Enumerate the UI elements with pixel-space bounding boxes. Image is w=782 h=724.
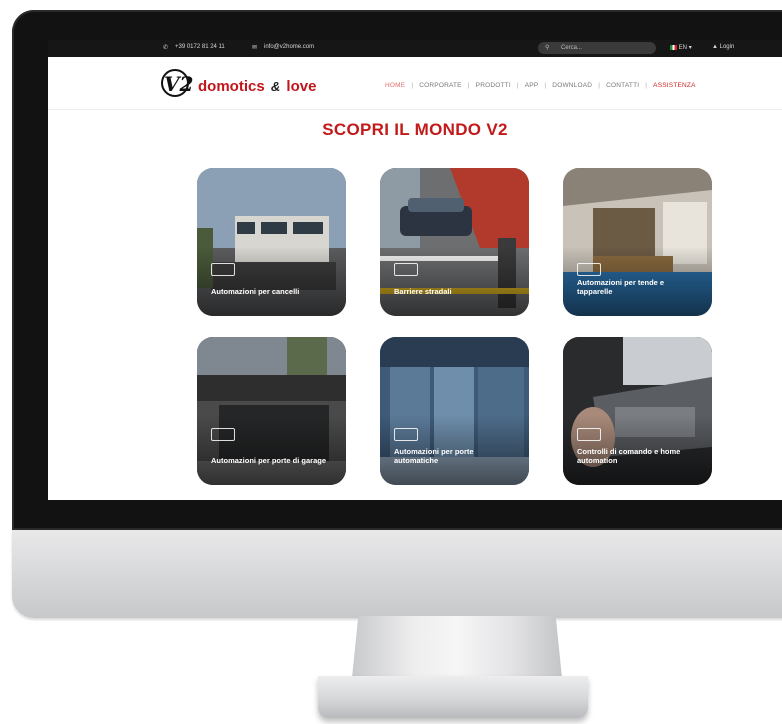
sliding-door-icon	[394, 428, 418, 441]
gate-icon	[211, 263, 235, 276]
language-label: EN	[678, 45, 688, 51]
garage-icon	[211, 428, 235, 441]
barrier-icon	[394, 263, 418, 276]
tile-barriers[interactable]: Barriere stradali	[380, 168, 529, 316]
email-link[interactable]: info@v2home.com	[264, 44, 314, 50]
main-nav: HOME | CORPORATE | PRODOTTI | APP | DOWN…	[385, 82, 696, 89]
logo-word-domotics: domotics	[198, 78, 265, 95]
tile-label: Controlli di comando e home automation	[577, 447, 681, 465]
tile-label: Automazioni per cancelli	[211, 287, 300, 296]
phone-number[interactable]: +39 0172 81 24 11	[175, 44, 225, 50]
nav-corporate[interactable]: CORPORATE	[419, 82, 462, 89]
flag-icon	[670, 44, 677, 50]
nav-separator: |	[467, 82, 470, 89]
nav-download[interactable]: DOWNLOAD	[552, 82, 592, 89]
language-selector[interactable]: EN ▾	[670, 44, 692, 51]
awning-icon	[577, 263, 601, 276]
chevron-down-icon: ▾	[688, 45, 692, 51]
tile-gates[interactable]: Automazioni per cancelli	[197, 168, 346, 316]
tile-label: Automazioni per porte automatiche	[394, 447, 474, 465]
tile-overlay	[197, 246, 346, 316]
monitor-chin	[12, 530, 782, 618]
nav-separator: |	[516, 82, 519, 89]
logo-word-love: love	[286, 78, 317, 95]
monitor-stand	[352, 616, 562, 678]
tile-garage[interactable]: Automazioni per porte di garage	[197, 337, 346, 485]
v2-logo-icon[interactable]: V2	[158, 68, 194, 98]
remote-control-icon	[577, 428, 601, 441]
tile-overlay	[380, 246, 529, 316]
nav-separator: |	[544, 82, 547, 89]
search-input[interactable]: ⚲ Cerca...	[538, 42, 656, 54]
login-link[interactable]: ▲ Login	[712, 44, 734, 50]
tile-home-automation[interactable]: Controlli di comando e home automation	[563, 337, 712, 485]
nav-contatti[interactable]: CONTATTI	[606, 82, 639, 89]
page-title: SCOPRI IL MONDO V2	[322, 120, 508, 139]
nav-app[interactable]: APP	[525, 82, 539, 89]
user-icon: ▲	[712, 44, 718, 50]
search-placeholder: Cerca...	[561, 45, 583, 51]
nav-prodotti[interactable]: PRODOTTI	[476, 82, 511, 89]
website-screen: ✆ +39 0172 81 24 11 ✉ info@v2home.com ⚲ …	[48, 40, 782, 500]
tile-automatic-doors[interactable]: Automazioni per porte automatiche	[380, 337, 529, 485]
search-icon: ⚲	[545, 45, 550, 51]
nav-separator: |	[645, 82, 648, 89]
tile-overlay	[197, 415, 346, 485]
nav-home[interactable]: HOME	[385, 82, 405, 89]
nav-separator: |	[411, 82, 414, 89]
logo-wordmark[interactable]: domotics & love	[198, 78, 316, 95]
mail-icon: ✉	[252, 45, 258, 51]
nav-assistenza[interactable]: ASSISTENZA	[653, 82, 695, 89]
logo-ampersand: &	[270, 79, 281, 94]
monitor-stand-base	[318, 676, 588, 718]
tile-label: Automazioni per tende e tapparelle	[577, 278, 665, 296]
logo-mark-text: V2	[164, 72, 194, 96]
phone-icon: ✆	[163, 45, 169, 51]
tile-label: Barriere stradali	[394, 287, 452, 296]
site-header: V2 domotics & love HOME | CORPORATE | PR…	[48, 57, 782, 110]
tile-label: Automazioni per porte di garage	[211, 456, 327, 465]
top-bar: ✆ +39 0172 81 24 11 ✉ info@v2home.com ⚲ …	[48, 40, 782, 57]
login-label: Login	[719, 44, 735, 50]
tile-awnings[interactable]: Automazioni per tende e tapparelle	[563, 168, 712, 316]
nav-separator: |	[598, 82, 601, 89]
